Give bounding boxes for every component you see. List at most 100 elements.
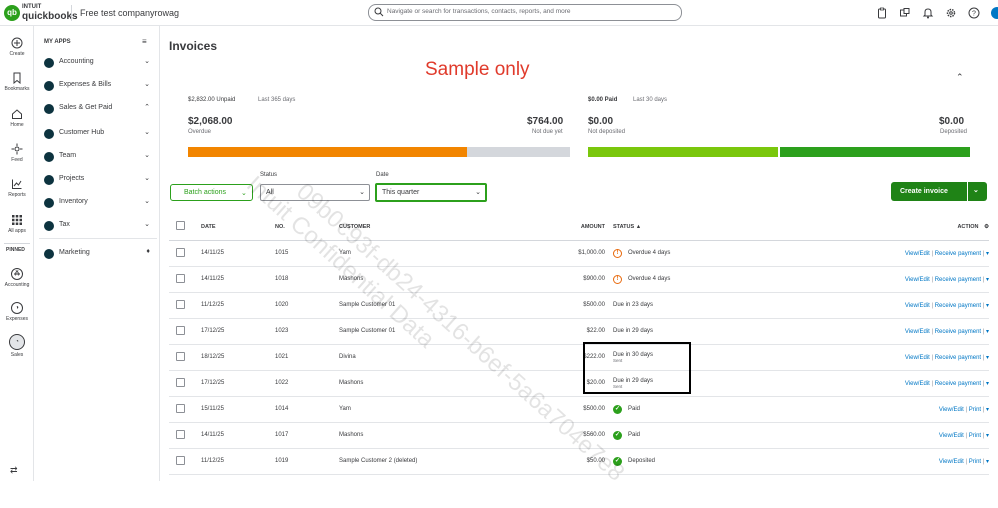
- rail-accounting[interactable]: ⁂ Accounting: [0, 268, 34, 288]
- row-select-cell[interactable]: [169, 266, 201, 293]
- unpaid-progress-bar[interactable]: [188, 147, 570, 157]
- view-edit-link[interactable]: View/Edit: [905, 303, 930, 309]
- table-row[interactable]: 14/11/25 1018 Mashons $900.00! Overdue 4 day…: [169, 266, 989, 293]
- row-checkbox[interactable]: [176, 377, 185, 387]
- rail-sales[interactable]: ◔ Sales: [0, 334, 34, 358]
- batch-actions-button[interactable]: Batch actions ⌄: [170, 184, 253, 201]
- rail-feed[interactable]: Feed: [0, 143, 34, 163]
- secondary-action-link[interactable]: Receive payment: [935, 251, 981, 257]
- row-select-cell[interactable]: [169, 396, 201, 423]
- row-actions-dropdown-icon[interactable]: ▾: [986, 277, 989, 283]
- help-icon[interactable]: ?: [968, 7, 980, 19]
- create-invoice-button[interactable]: Create invoice ⌄: [891, 182, 987, 201]
- sidebar-item-team[interactable]: Team ⌄: [44, 150, 154, 164]
- user-avatar[interactable]: [991, 7, 998, 19]
- table-row[interactable]: 17/12/25 1022 Mashons $20.00 Due in 29 days S…: [169, 370, 989, 397]
- sidebar-item-sales[interactable]: Sales & Get Paid ⌃: [44, 102, 154, 116]
- row-actions-dropdown-icon[interactable]: ▾: [986, 355, 989, 361]
- view-edit-link[interactable]: View/Edit: [939, 433, 964, 439]
- header-customer[interactable]: CUSTOMER: [339, 214, 519, 241]
- rail-home[interactable]: Home: [0, 108, 34, 128]
- row-actions-dropdown-icon[interactable]: ▾: [986, 303, 989, 309]
- collapse-summary-icon[interactable]: ⌃: [956, 72, 964, 83]
- row-checkbox[interactable]: [176, 273, 185, 283]
- view-edit-link[interactable]: View/Edit: [905, 381, 930, 387]
- sidebar-item-tax[interactable]: Tax ⌄: [44, 219, 154, 233]
- not-due-bar-segment[interactable]: [467, 147, 570, 157]
- create-invoice-dropdown-icon[interactable]: ⌄: [973, 186, 979, 194]
- secondary-action-link[interactable]: Receive payment: [935, 329, 981, 335]
- bell-icon[interactable]: [922, 7, 934, 19]
- row-select-cell[interactable]: [169, 422, 201, 449]
- gear-icon[interactable]: [945, 7, 957, 19]
- view-edit-link[interactable]: View/Edit: [905, 277, 930, 283]
- header-date[interactable]: DATE: [201, 214, 275, 241]
- sliders-icon[interactable]: ⇄: [10, 465, 18, 476]
- row-checkbox[interactable]: [176, 455, 185, 465]
- row-select-cell[interactable]: [169, 292, 201, 319]
- header-status[interactable]: STATUS ▲: [613, 214, 753, 241]
- row-checkbox[interactable]: [176, 325, 185, 335]
- row-select-cell[interactable]: [169, 448, 201, 475]
- row-select-cell[interactable]: [169, 370, 201, 397]
- view-edit-link[interactable]: View/Edit: [905, 251, 930, 257]
- paid-progress-bar[interactable]: [588, 147, 970, 157]
- header-amount[interactable]: AMOUNT: [519, 214, 613, 241]
- row-actions-dropdown-icon[interactable]: ▾: [986, 251, 989, 257]
- rail-reports[interactable]: Reports: [0, 178, 34, 198]
- table-row[interactable]: 18/12/25 1021 Divina $222.00 Due in 30 days S…: [169, 344, 989, 371]
- table-settings-gear-icon[interactable]: ⚙: [984, 224, 989, 230]
- rail-create[interactable]: Create: [0, 37, 34, 57]
- select-all-cell[interactable]: [169, 214, 201, 241]
- row-actions-dropdown-icon[interactable]: ▾: [986, 433, 989, 439]
- table-row[interactable]: 17/12/25 1023 Sample Customer 01 $22.00 Due …: [169, 318, 989, 345]
- rail-all-apps-group[interactable]: All apps: [0, 214, 34, 234]
- row-select-cell[interactable]: [169, 318, 201, 345]
- clipboard-icon[interactable]: [876, 7, 888, 19]
- sidebar-item-accounting[interactable]: Accounting ⌄: [44, 56, 154, 70]
- not-deposited-bar-segment[interactable]: [588, 147, 778, 157]
- rail-expenses[interactable]: ◑ Expenses: [0, 302, 34, 322]
- table-row[interactable]: 11/12/25 1020 Sample Customer 01 $500.00 Due…: [169, 292, 989, 319]
- view-edit-link[interactable]: View/Edit: [939, 459, 964, 465]
- row-actions-dropdown-icon[interactable]: ▾: [986, 459, 989, 465]
- secondary-action-link[interactable]: Receive payment: [935, 355, 981, 361]
- company-name[interactable]: Free test companyrowag: [80, 8, 179, 18]
- row-actions-dropdown-icon[interactable]: ▾: [986, 407, 989, 413]
- secondary-action-link[interactable]: Print: [969, 433, 981, 439]
- date-filter-select[interactable]: This quarter ⌄: [375, 183, 487, 202]
- view-edit-link[interactable]: View/Edit: [905, 329, 930, 335]
- row-checkbox[interactable]: [176, 351, 185, 361]
- apps-icon[interactable]: [899, 7, 911, 19]
- overdue-bar-segment[interactable]: [188, 147, 467, 157]
- view-edit-link[interactable]: View/Edit: [905, 355, 930, 361]
- table-row[interactable]: 11/12/25 1019 Sample Customer 2 (deleted) $…: [169, 448, 989, 475]
- row-select-cell[interactable]: [169, 344, 201, 371]
- table-row[interactable]: 14/11/25 1015 Yam $1,000.00! Overdue 4 days V…: [169, 240, 989, 267]
- sidebar-item-marketing[interactable]: Marketing ♦: [44, 247, 154, 261]
- row-checkbox[interactable]: [176, 299, 185, 309]
- sidebar-item-expenses[interactable]: Expenses & Bills ⌄: [44, 79, 154, 93]
- status-filter-select[interactable]: All ⌄: [260, 184, 370, 201]
- select-all-checkbox[interactable]: [176, 221, 185, 231]
- row-select-cell[interactable]: [169, 240, 201, 267]
- rail-bookmarks[interactable]: Bookmarks: [0, 72, 34, 92]
- secondary-action-link[interactable]: Receive payment: [935, 303, 981, 309]
- row-checkbox[interactable]: [176, 429, 185, 439]
- row-checkbox[interactable]: [176, 247, 185, 257]
- quickbooks-logo[interactable]: qb INTUIT quickbooks: [4, 3, 78, 23]
- sidebar-item-inventory[interactable]: Inventory ⌄: [44, 196, 154, 210]
- row-actions-dropdown-icon[interactable]: ▾: [986, 329, 989, 335]
- row-checkbox[interactable]: [176, 403, 185, 413]
- header-no[interactable]: NO.: [275, 214, 339, 241]
- secondary-action-link[interactable]: Receive payment: [935, 381, 981, 387]
- view-edit-link[interactable]: View/Edit: [939, 407, 964, 413]
- table-row[interactable]: 14/11/25 1017 Mashons $560.00 ✓ Paid View/Edit…: [169, 422, 989, 449]
- global-search-input[interactable]: Navigate or search for transactions, con…: [368, 4, 682, 21]
- sidebar-menu-icon[interactable]: ≡: [142, 37, 147, 46]
- secondary-action-link[interactable]: Print: [969, 459, 981, 465]
- sidebar-item-customer-hub[interactable]: Customer Hub ⌄: [44, 127, 154, 141]
- deposited-bar-segment[interactable]: [780, 147, 970, 157]
- row-actions-dropdown-icon[interactable]: ▾: [986, 381, 989, 387]
- secondary-action-link[interactable]: Receive payment: [935, 277, 981, 283]
